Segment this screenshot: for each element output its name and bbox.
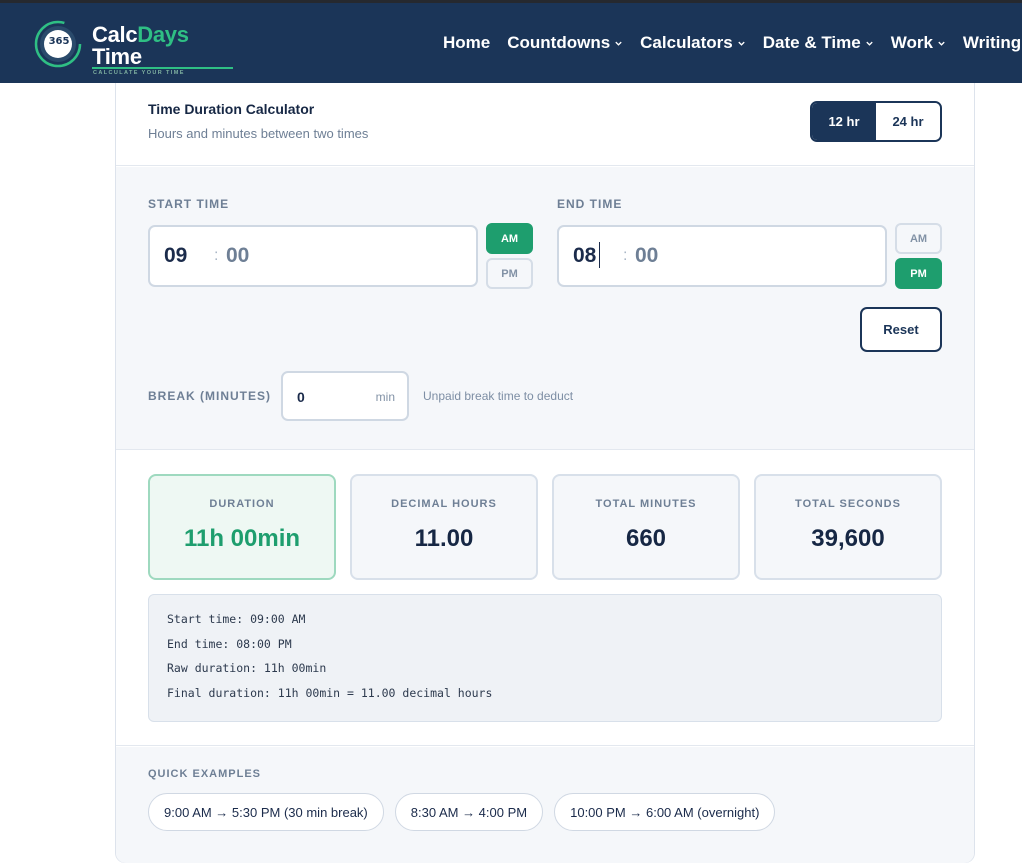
start-pm-button[interactable]: PM <box>486 258 533 289</box>
top-navbar: 365 CalcDays Time CALCULATE YOUR TIME Ho… <box>0 0 1022 83</box>
break-hint: Unpaid break time to deduct <box>423 389 574 403</box>
stat-duration: DURATION 11h 00min <box>148 474 336 580</box>
nav-countdowns-label: Countdowns <box>507 33 611 52</box>
time-separator: : <box>623 247 628 264</box>
end-time-label: END TIME <box>557 197 623 211</box>
start-hours-input[interactable]: 09 <box>164 244 187 268</box>
stat-value: 39,600 <box>811 525 885 552</box>
nav-work-label: Work <box>890 33 933 52</box>
start-time-field: 09 : 00 <box>148 225 478 287</box>
stat-value: 11h 00min <box>183 525 301 552</box>
time-format-toggle: 12 hr 24 hr <box>810 101 942 142</box>
nav-work[interactable]: Work <box>891 33 946 53</box>
stat-label: DURATION <box>209 498 275 510</box>
end-time-field: 08 : 00 <box>557 225 887 287</box>
reset-button[interactable]: Reset <box>860 307 942 352</box>
chevron-down-icon <box>738 41 745 46</box>
chevron-down-icon <box>938 41 945 46</box>
chevron-down-icon <box>866 41 873 46</box>
nav-countdowns[interactable]: Countdowns <box>507 33 623 53</box>
breakdown-line: End time: 08:00 PM <box>167 636 292 651</box>
calculator-header: Time Duration Calculator Hours and minut… <box>116 83 974 166</box>
end-minutes-input[interactable]: 00 <box>635 244 658 268</box>
nav-writing[interactable]: Writing <box>963 33 1021 53</box>
quick-example-chip[interactable]: 10:00 PM → 6:00 AM (overnight) <box>554 793 776 831</box>
time-inputs-section: START TIME 09 : 00 AM PM END TIME 08 : 0… <box>116 167 974 450</box>
nav-calculators-label: Calculators <box>640 33 733 52</box>
end-pm-button[interactable]: PM <box>895 258 942 289</box>
breakdown-line: Start time: 09:00 AM <box>167 612 306 626</box>
start-am-button[interactable]: AM <box>486 223 533 254</box>
start-minutes-input[interactable]: 00 <box>226 244 249 268</box>
breakdown-line: Raw duration: 11h 00min <box>167 661 327 676</box>
calculator-subtitle: Hours and minutes between two times <box>148 126 369 141</box>
break-unit: min <box>375 390 395 404</box>
logo-badge: 365 <box>48 36 70 47</box>
logo-tagline: CALCULATE YOUR TIME <box>93 70 185 76</box>
text-caret <box>599 242 600 268</box>
end-hours-input[interactable]: 08 <box>573 244 596 268</box>
start-time-label: START TIME <box>148 197 230 211</box>
quick-example-chip[interactable]: 9:00 AM → 5:30 PM (30 min break) <box>148 793 384 831</box>
break-minutes-input[interactable]: 0 <box>297 389 305 405</box>
nav-date-time[interactable]: Date & Time <box>763 33 874 53</box>
end-am-button[interactable]: AM <box>895 223 942 254</box>
stat-label: DECIMAL HOURS <box>391 498 497 510</box>
stat-value: 11.00 <box>414 525 474 552</box>
quick-examples-list: 9:00 AM → 5:30 PM (30 min break) 8:30 AM… <box>148 793 786 831</box>
breakdown-line: Final duration: 11h 00min = 11.00 decima… <box>167 686 493 701</box>
nav-home[interactable]: Home <box>443 33 490 53</box>
calculator-card: Time Duration Calculator Hours and minut… <box>115 83 975 863</box>
nav-calculators[interactable]: Calculators <box>640 33 746 53</box>
nav-date-time-label: Date & Time <box>762 33 861 52</box>
stat-decimal-hours: DECIMAL HOURS 11.00 <box>350 474 538 580</box>
format-12hr-button[interactable]: 12 hr <box>812 103 876 140</box>
calculator-title: Time Duration Calculator <box>148 101 315 117</box>
stat-value: 660 <box>625 525 667 552</box>
results-section: DURATION 11h 00min DECIMAL HOURS 11.00 T… <box>116 450 974 746</box>
nav-writing-label: Writing <box>962 33 1022 52</box>
stat-label: TOTAL SECONDS <box>795 498 901 510</box>
chevron-down-icon <box>615 41 622 46</box>
stat-total-minutes: TOTAL MINUTES 660 <box>552 474 740 580</box>
break-label: BREAK (MINUTES) <box>148 389 271 403</box>
logo-underline <box>92 67 233 69</box>
stat-total-seconds: TOTAL SECONDS 39,600 <box>754 474 942 580</box>
quick-examples-label: QUICK EXAMPLES <box>148 768 262 780</box>
site-logo[interactable]: 365 CalcDays Time CALCULATE YOUR TIME <box>34 17 244 77</box>
quick-example-chip[interactable]: 8:30 AM → 4:00 PM <box>394 793 544 831</box>
time-separator: : <box>214 247 219 264</box>
format-24hr-button[interactable]: 24 hr <box>876 103 940 140</box>
nav-home-label: Home <box>443 33 491 52</box>
break-minutes-field[interactable]: 0 min <box>281 371 409 421</box>
calculation-breakdown: Start time: 09:00 AM End time: 08:00 PM … <box>148 594 942 722</box>
stat-label: TOTAL MINUTES <box>595 498 697 510</box>
main-menu: Home Countdowns Calculators Date & Time … <box>443 33 1022 53</box>
quick-examples-section: QUICK EXAMPLES 9:00 AM → 5:30 PM (30 min… <box>116 747 974 863</box>
